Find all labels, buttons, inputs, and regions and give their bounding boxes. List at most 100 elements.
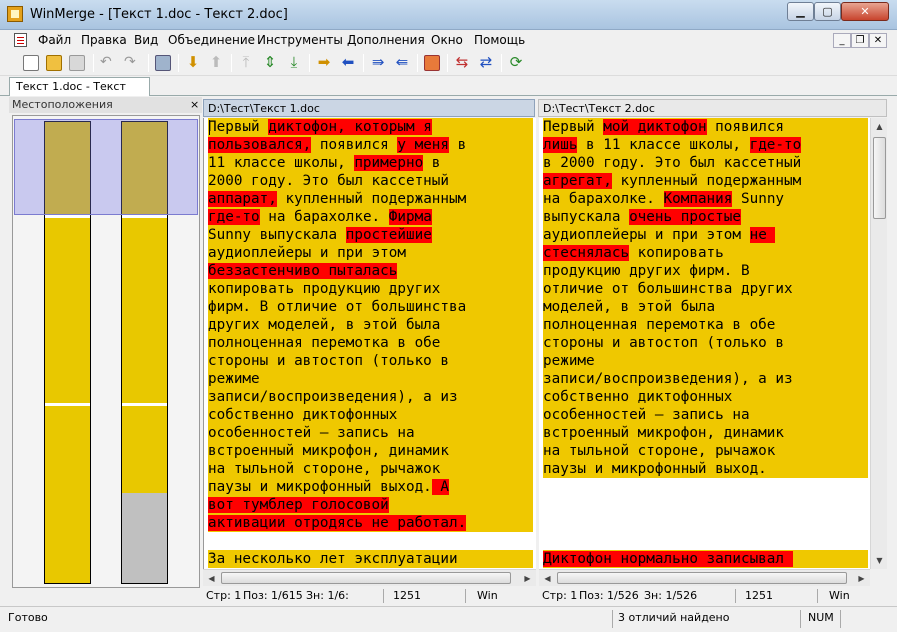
- right-text-line[interactable]: аудиоплейеры и при этом не: [543, 226, 868, 244]
- left-horizontal-scrollbar[interactable]: ◀ ▶: [203, 569, 536, 586]
- menu-help[interactable]: Помощь: [474, 33, 525, 47]
- vertical-scrollbar[interactable]: ▲ ▼: [870, 118, 887, 569]
- right-text-line[interactable]: записи/воспроизведения), а из: [543, 370, 868, 388]
- left-text-line[interactable]: режиме: [208, 370, 533, 388]
- right-text-line[interactable]: собственно диктофонных: [543, 388, 868, 406]
- right-text-line[interactable]: [543, 514, 868, 532]
- left-text-line[interactable]: собственно диктофонных: [208, 406, 533, 424]
- right-text-line[interactable]: особенностей – запись на: [543, 406, 868, 424]
- right-text-line[interactable]: полноценная перемотка в обе: [543, 316, 868, 334]
- left-text-line[interactable]: Первый диктофон, которым я: [208, 118, 533, 136]
- open-icon[interactable]: [46, 55, 62, 71]
- left-text-line[interactable]: [208, 532, 533, 550]
- scroll-down-icon[interactable]: ▼: [871, 552, 888, 569]
- right-text-line[interactable]: [543, 478, 868, 496]
- mdi-restore-button[interactable]: ❐: [851, 33, 869, 48]
- right-text-line[interactable]: паузы и микрофонный выход.: [543, 460, 868, 478]
- left-text-line[interactable]: где-то на барахолке. Фирма: [208, 208, 533, 226]
- left-text-line[interactable]: стороны и автостоп (только в: [208, 352, 533, 370]
- right-text-line[interactable]: [543, 496, 868, 514]
- location-pane[interactable]: [12, 115, 200, 588]
- compare-icon[interactable]: ⇆: [454, 55, 470, 71]
- scroll-up-icon[interactable]: ▲: [871, 118, 888, 135]
- last-diff-icon[interactable]: ⤓: [286, 55, 302, 71]
- scroll-thumb[interactable]: [221, 572, 511, 584]
- right-text-line[interactable]: моделей, в этой была: [543, 298, 868, 316]
- left-text-line[interactable]: вот тумблер голосовой: [208, 496, 533, 514]
- swap-icon[interactable]: ⇄: [478, 55, 494, 71]
- menu-merge[interactable]: Объединение: [168, 33, 255, 47]
- next-diff-icon[interactable]: ⬇: [185, 55, 201, 71]
- copy-right-advance-icon[interactable]: ⇛: [370, 55, 386, 71]
- right-text-line[interactable]: выпускала очень простые: [543, 208, 868, 226]
- new-icon[interactable]: [23, 55, 39, 71]
- right-horizontal-scrollbar[interactable]: ◀ ▶: [539, 569, 870, 586]
- menu-window[interactable]: Окно: [431, 33, 463, 47]
- copy-left-advance-icon[interactable]: ⇚: [394, 55, 410, 71]
- menu-plugins[interactable]: Дополнения: [347, 33, 425, 47]
- left-text-line[interactable]: особенностей – запись на: [208, 424, 533, 442]
- location-viewport-indicator[interactable]: [14, 119, 198, 215]
- right-text-line[interactable]: продукцию других фирм. В: [543, 262, 868, 280]
- right-text-line[interactable]: в 2000 году. Это был кассетный: [543, 154, 868, 172]
- left-text-line[interactable]: беззастенчиво пыталась: [208, 262, 533, 280]
- minimize-button[interactable]: ▁: [787, 2, 814, 21]
- right-text-line[interactable]: стеснялась копировать: [543, 244, 868, 262]
- left-text-line[interactable]: активации отродясь не работал.: [208, 514, 533, 532]
- right-text-line[interactable]: [543, 532, 868, 550]
- location-pane-close-icon[interactable]: ×: [190, 98, 199, 111]
- copy-left-icon[interactable]: ⬅: [340, 55, 356, 71]
- left-text-line[interactable]: аудиоплейеры и при этом: [208, 244, 533, 262]
- redo-icon[interactable]: ↷: [124, 55, 140, 71]
- scroll-thumb[interactable]: [557, 572, 847, 584]
- prev-diff-icon[interactable]: ⬆: [208, 55, 224, 71]
- maximize-button[interactable]: ▢: [814, 2, 841, 21]
- left-text-line[interactable]: встроенный микрофон, динамик: [208, 442, 533, 460]
- mdi-minimize-button[interactable]: _: [833, 33, 851, 48]
- left-text-content[interactable]: Первый диктофон, которым я пользовался, п…: [208, 118, 533, 568]
- right-text-line[interactable]: режиме: [543, 352, 868, 370]
- right-text-line[interactable]: на барахолке. Компания Sunny: [543, 190, 868, 208]
- right-text-pane[interactable]: Первый мой диктофон появился лишь в 11 кл…: [539, 118, 870, 569]
- save-icon[interactable]: [69, 55, 85, 71]
- right-text-line[interactable]: лишь в 11 классе школы, где-то: [543, 136, 868, 154]
- menu-tools[interactable]: Инструменты: [257, 33, 343, 47]
- menu-edit[interactable]: Правка: [81, 33, 127, 47]
- first-diff-icon[interactable]: ⤒: [238, 55, 254, 71]
- left-text-line[interactable]: 2000 году. Это был кассетный: [208, 172, 533, 190]
- left-text-pane[interactable]: Первый диктофон, которым я пользовался, п…: [203, 118, 536, 569]
- right-text-line[interactable]: отличие от большинства других: [543, 280, 868, 298]
- undo-icon[interactable]: ↶: [100, 55, 116, 71]
- left-text-line[interactable]: других моделей, в этой была: [208, 316, 533, 334]
- scroll-right-icon[interactable]: ▶: [853, 570, 870, 587]
- left-text-line[interactable]: на тыльной стороне, рычажок: [208, 460, 533, 478]
- copy-right-icon[interactable]: ➡: [316, 55, 332, 71]
- close-button[interactable]: ✕: [841, 2, 889, 21]
- scroll-left-icon[interactable]: ◀: [203, 570, 220, 587]
- refresh-icon[interactable]: ⟳: [508, 55, 524, 71]
- left-text-line[interactable]: записи/воспроизведения), а из: [208, 388, 533, 406]
- tab-compare[interactable]: Текст 1.doc - Текст 2.doc: [9, 77, 150, 111]
- left-text-line[interactable]: полноценная перемотка в обе: [208, 334, 533, 352]
- left-text-line[interactable]: копировать продукцию других: [208, 280, 533, 298]
- left-text-line[interactable]: 11 классе школы, примерно в: [208, 154, 533, 172]
- left-text-line[interactable]: аппарат, купленный подержанным: [208, 190, 533, 208]
- scroll-thumb[interactable]: [873, 137, 886, 219]
- right-text-line[interactable]: Диктофон нормально записывал: [543, 550, 868, 568]
- bookmarks-icon[interactable]: [155, 55, 171, 71]
- right-text-line[interactable]: встроенный микрофон, динамик: [543, 424, 868, 442]
- options-icon[interactable]: [424, 55, 440, 71]
- left-text-line[interactable]: паузы и микрофонный выход. А: [208, 478, 533, 496]
- winmerge-app-icon[interactable]: [7, 6, 23, 22]
- left-text-line[interactable]: За несколько лет эксплуатации: [208, 550, 533, 568]
- current-diff-icon[interactable]: ⇕: [262, 55, 278, 71]
- left-text-line[interactable]: Sunny выпускала простейшие: [208, 226, 533, 244]
- mdi-close-button[interactable]: ✕: [869, 33, 887, 48]
- right-text-line[interactable]: на тыльной стороне, рычажок: [543, 442, 868, 460]
- scroll-right-icon[interactable]: ▶: [519, 570, 536, 587]
- right-text-line[interactable]: агрегат, купленный подержанным: [543, 172, 868, 190]
- menu-file[interactable]: Файл: [38, 33, 71, 47]
- menu-view[interactable]: Вид: [134, 33, 158, 47]
- right-text-content[interactable]: Первый мой диктофон появился лишь в 11 кл…: [543, 118, 868, 568]
- right-text-line[interactable]: стороны и автостоп (только в: [543, 334, 868, 352]
